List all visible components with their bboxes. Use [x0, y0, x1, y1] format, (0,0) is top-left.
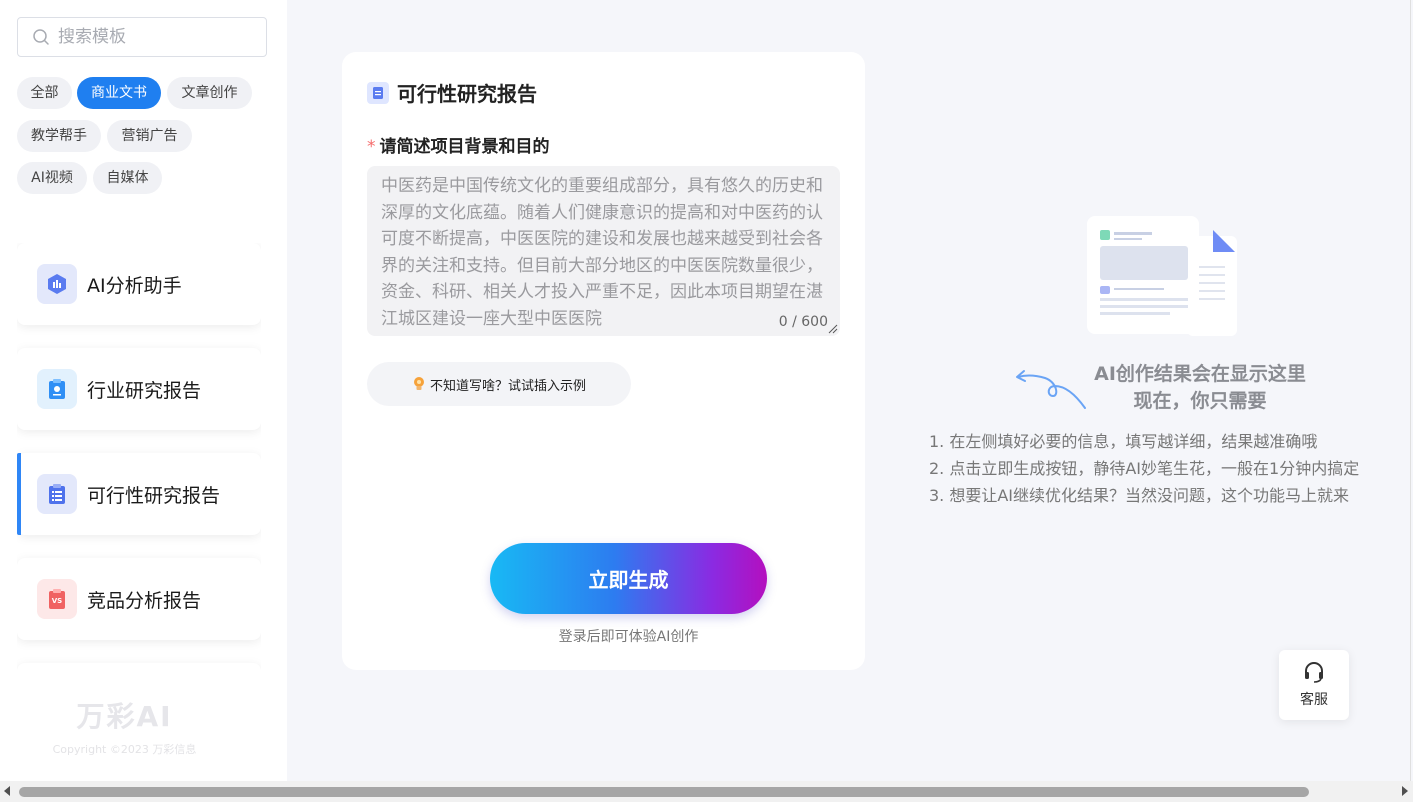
- svg-text:VS: VS: [52, 597, 62, 605]
- result-title-line1: AI创作结果会在显示这里: [1094, 363, 1306, 385]
- tip-item: 2. 点击立即生成按钮，静待AI妙笔生花，一般在1分钟内搞定: [929, 459, 1360, 478]
- category-tag-teaching[interactable]: 教学帮手: [17, 120, 101, 152]
- scroll-right-arrow-icon[interactable]: [1402, 786, 1408, 796]
- tip-item: 1. 在左侧填好必要的信息，填写越详细，结果越准确哦: [929, 432, 1318, 451]
- clipboard-chart-icon: [37, 369, 77, 409]
- template-list: AI分析助手 行业研究报告 可行性研究报告 VS 竞品分析报告: [17, 243, 261, 680]
- template-label: 行业研究报告: [87, 379, 202, 402]
- search-box[interactable]: [17, 17, 267, 57]
- copyright-text: Copyright ©2023 万彩信息: [52, 743, 197, 756]
- category-tag-ai-video[interactable]: AI视频: [17, 162, 87, 194]
- scrollbar-thumb[interactable]: [19, 787, 1309, 797]
- template-card-feasibility-report[interactable]: 可行性研究报告: [17, 453, 261, 535]
- result-placeholder-title: AI创作结果会在显示这里 现在，你只需要: [1010, 361, 1390, 415]
- clipboard-vs-icon: VS: [37, 579, 77, 619]
- horizontal-scrollbar[interactable]: [0, 781, 1413, 802]
- required-mark: *: [367, 137, 376, 157]
- template-card-industry-report[interactable]: 行业研究报告: [17, 348, 261, 430]
- category-tag-marketing[interactable]: 营销广告: [107, 120, 192, 152]
- resize-grip-icon[interactable]: [828, 324, 838, 334]
- brand-footer: 万彩AI Copyright ©2023 万彩信息: [17, 695, 232, 757]
- sidebar: 全部 商业文书 文章创作 教学帮手 营销广告 AI视频 自媒体 AI分析助手 行…: [0, 0, 287, 781]
- search-icon: [33, 29, 49, 45]
- template-card-competitor-report[interactable]: VS 竞品分析报告: [17, 558, 261, 640]
- customer-service-button[interactable]: 客服: [1279, 650, 1349, 720]
- insert-example-button[interactable]: 不知道写啥？试试插入示例: [367, 362, 631, 406]
- tip-item: 3. 想要让AI继续优化结果？当然没问题，这个功能马上就来: [929, 486, 1350, 505]
- template-label: AI分析助手: [87, 274, 182, 297]
- vertical-divider: [1410, 0, 1411, 781]
- form-title-text: 可行性研究报告: [397, 82, 537, 106]
- brand-logo: 万彩AI: [76, 700, 173, 733]
- category-tag-business[interactable]: 商业文书: [77, 77, 161, 109]
- result-title-line2: 现在，你只需要: [1133, 390, 1267, 412]
- headset-icon: [1305, 662, 1323, 683]
- clipboard-list-icon: [367, 81, 389, 104]
- form-title: 可行性研究报告: [367, 78, 537, 107]
- category-tag-all[interactable]: 全部: [17, 77, 72, 109]
- template-card-ai-analysis[interactable]: AI分析助手: [17, 243, 261, 325]
- template-label: 竞品分析报告: [87, 589, 202, 612]
- field-label: * 请简述项目背景和目的: [367, 132, 550, 157]
- template-label: 可行性研究报告: [87, 484, 221, 507]
- lightbulb-icon: [413, 377, 424, 390]
- hexagon-chart-icon: [37, 264, 77, 304]
- form-panel: 可行性研究报告 *请简述项目背景和目的 0 / 600 不知道写啥？试试插入示例…: [342, 52, 865, 670]
- category-tag-writing[interactable]: 文章创作: [167, 77, 252, 109]
- insert-example-label: 不知道写啥？试试插入示例: [429, 378, 586, 394]
- scroll-left-arrow-icon[interactable]: [4, 786, 10, 796]
- result-tips: 1. 在左侧填好必要的信息，填写越详细，结果越准确哦 2. 点击立即生成按钮，静…: [929, 428, 1359, 509]
- char-counter: 0 / 600: [778, 314, 828, 330]
- generate-button[interactable]: 立即生成: [490, 543, 767, 614]
- login-hint: 登录后即可体验AI创作: [558, 629, 699, 645]
- customer-service-label: 客服: [1300, 692, 1328, 708]
- field-label-text: 请简述项目背景和目的: [379, 137, 550, 157]
- background-textarea-wrap: 0 / 600: [367, 166, 840, 336]
- template-card-partial[interactable]: [17, 663, 261, 680]
- background-textarea[interactable]: [367, 166, 840, 336]
- clipboard-list-icon: [37, 474, 77, 514]
- empty-document-illustration: [1087, 216, 1237, 336]
- category-tag-self-media[interactable]: 自媒体: [93, 162, 162, 194]
- search-input[interactable]: [58, 27, 258, 47]
